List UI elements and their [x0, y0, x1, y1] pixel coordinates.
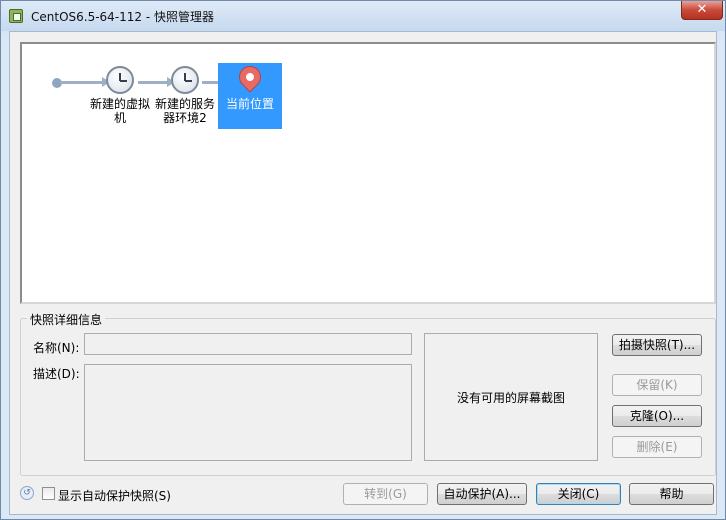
name-field[interactable]: [84, 333, 412, 355]
show-autoprotect-checkbox[interactable]: [42, 487, 55, 500]
snapshot-node[interactable]: 新建的虚拟 机: [88, 66, 152, 125]
snapshot-tree-canvas[interactable]: 新建的虚拟 机 新建的服务 器环境2 当前位置: [20, 42, 716, 304]
snapshot-node[interactable]: 新建的服务 器环境2: [153, 66, 217, 125]
current-position-label: 当前位置: [225, 97, 274, 111]
window-title: CentOS6.5-64-112 - 快照管理器: [31, 10, 215, 24]
description-label: 描述(D):: [33, 367, 80, 381]
help-button[interactable]: 帮助: [629, 483, 714, 505]
vm-icon: [9, 9, 23, 23]
snapshot-manager-window: CentOS6.5-64-112 - 快照管理器 ✕ 新建的虚拟 机 新建的服务: [0, 0, 726, 520]
title-bar: CentOS6.5-64-112 - 快照管理器 ✕: [1, 1, 725, 31]
show-autoprotect-label[interactable]: 显示自动保护快照(S): [58, 487, 171, 504]
autoprotect-button[interactable]: 自动保护(A)...: [437, 483, 527, 505]
delete-button[interactable]: 删除(E): [612, 436, 702, 458]
location-pin-icon: [234, 61, 266, 93]
snapshot-label: 新建的虚拟 机: [89, 97, 150, 125]
snapshot-label: 新建的服务 器环境2: [154, 97, 215, 125]
snapshot-clock-icon: [106, 66, 134, 94]
name-label: 名称(N):: [33, 341, 80, 355]
snapshot-clock-icon: [171, 66, 199, 94]
keep-button[interactable]: 保留(K): [612, 374, 702, 396]
screenshot-preview: 没有可用的屏幕截图: [424, 333, 598, 461]
autoprotect-info-icon: ↺: [20, 486, 34, 500]
dialog-body: 新建的虚拟 机 新建的服务 器环境2 当前位置 快照详细信息 名称(N): 描述…: [9, 31, 717, 515]
clone-button[interactable]: 克隆(O)...: [612, 405, 702, 427]
close-window-button[interactable]: ✕: [681, 1, 723, 20]
description-field[interactable]: [84, 364, 412, 461]
take-snapshot-button[interactable]: 拍摄快照(T)...: [612, 334, 702, 356]
current-position-node[interactable]: 当前位置: [218, 61, 282, 129]
snapshot-details-group: 快照详细信息 名称(N): 描述(D): 没有可用的屏幕截图 拍摄快照(T)..…: [20, 311, 716, 476]
close-button[interactable]: 关闭(C): [536, 483, 621, 505]
no-screenshot-text: 没有可用的屏幕截图: [456, 390, 565, 405]
group-title: 快照详细信息: [27, 311, 106, 328]
goto-button[interactable]: 转到(G): [343, 483, 428, 505]
